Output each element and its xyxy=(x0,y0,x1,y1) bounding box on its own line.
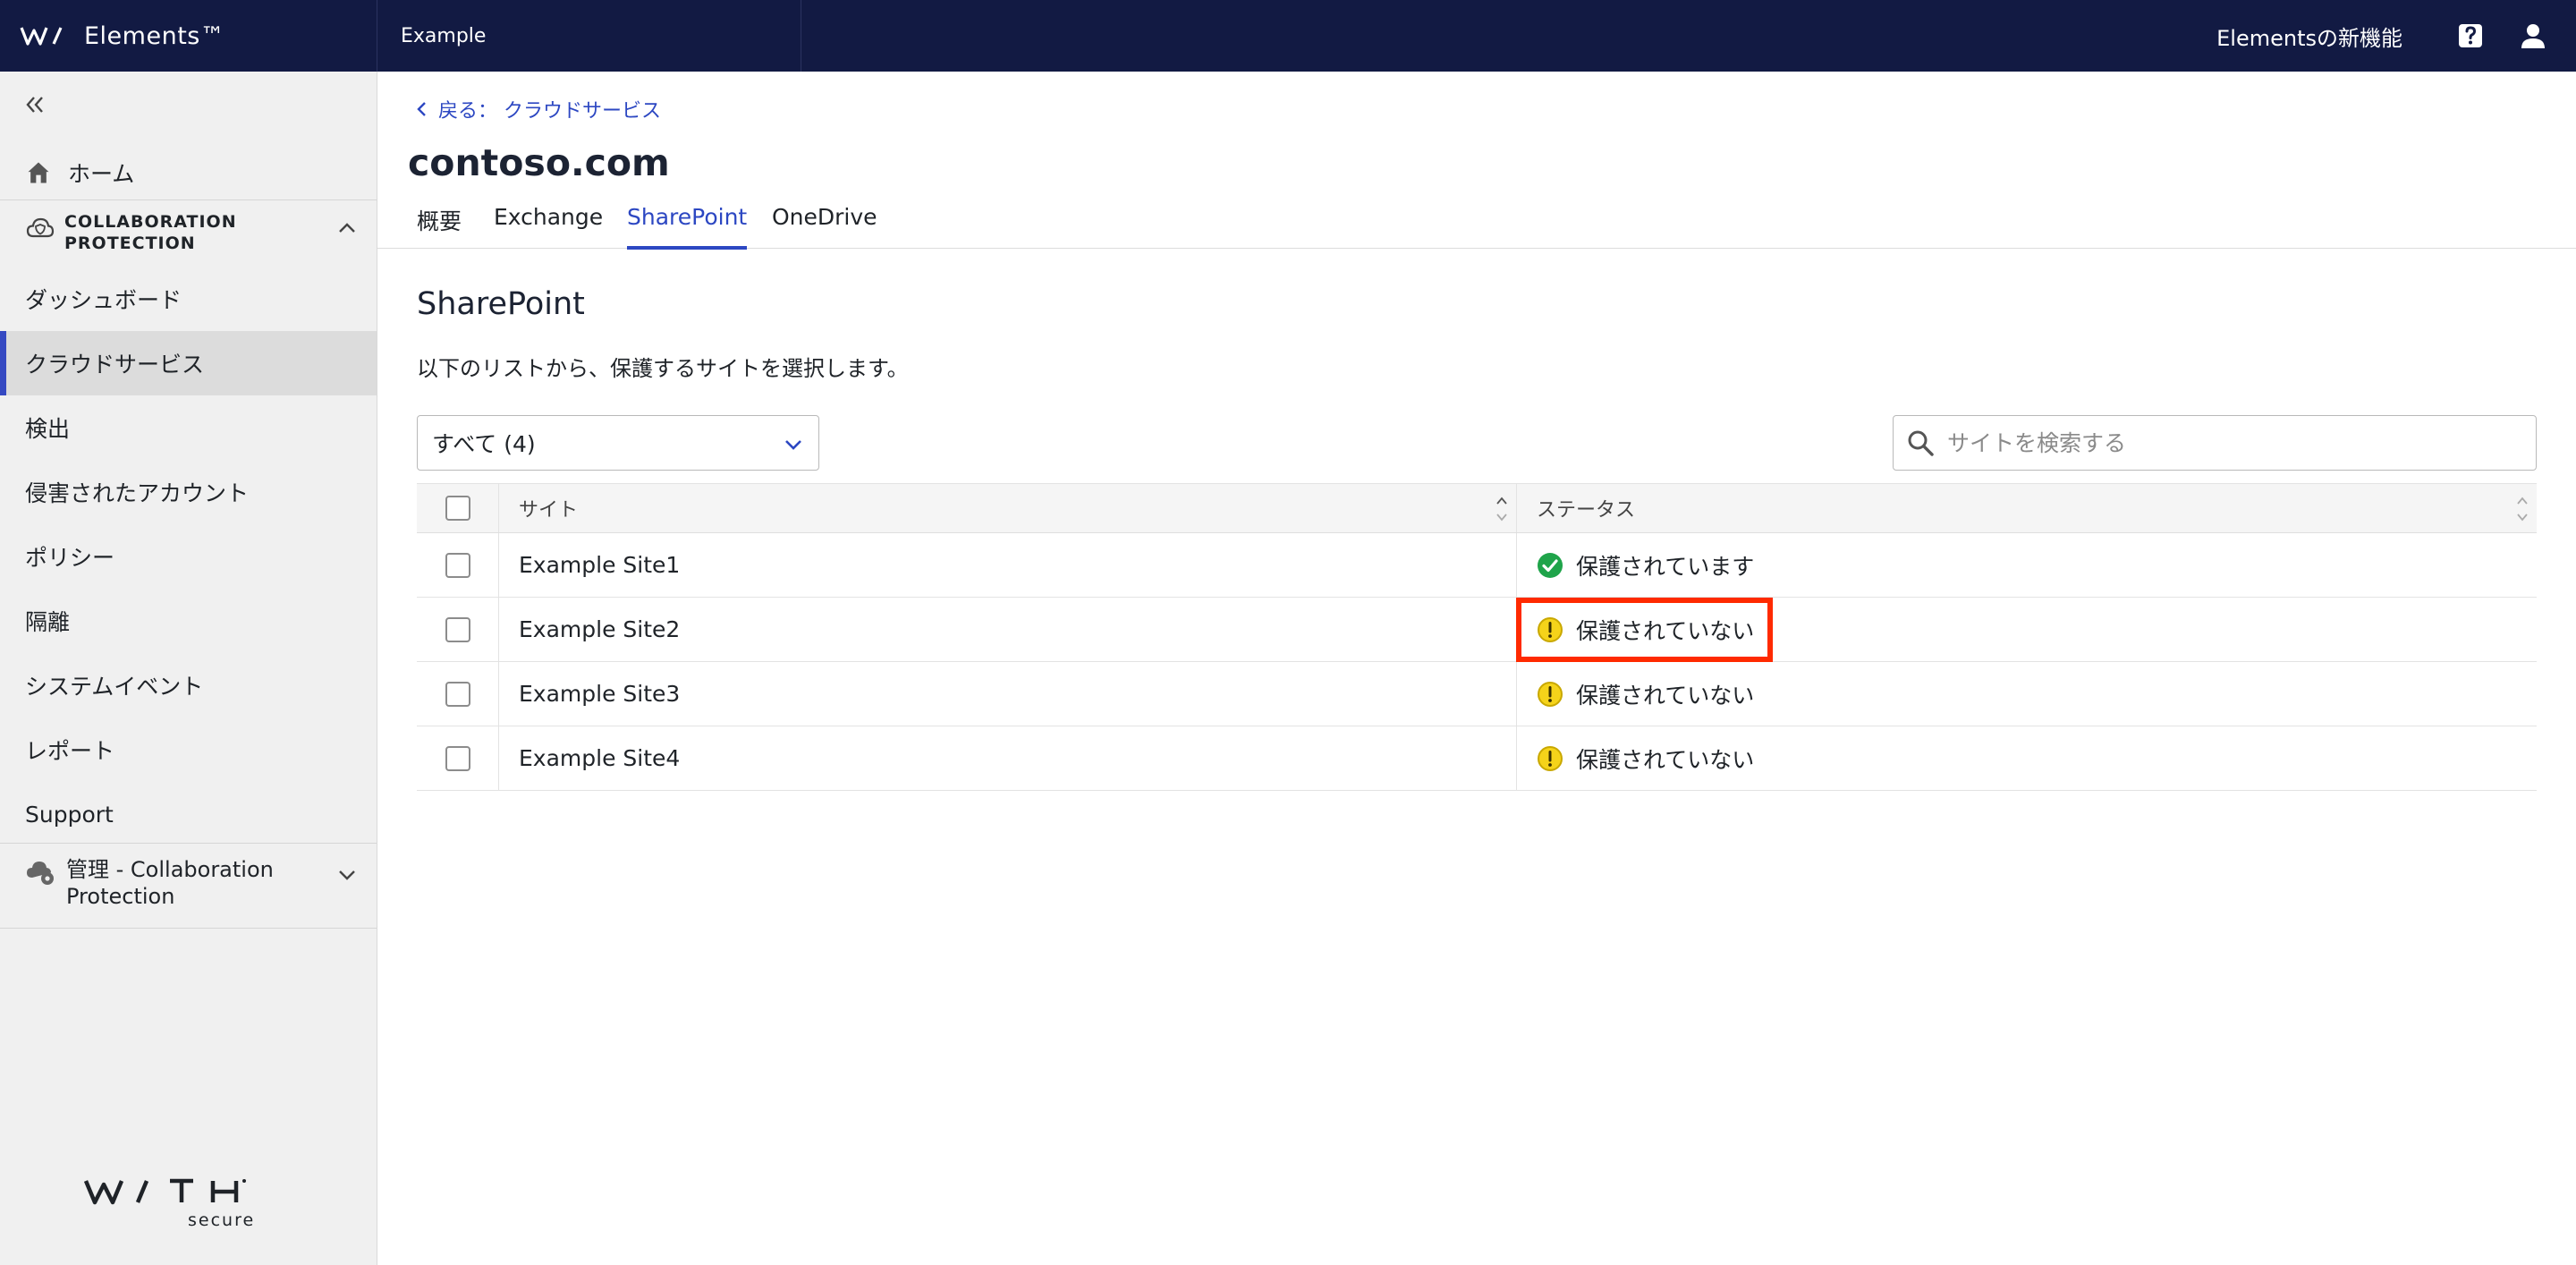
section-title: SharePoint xyxy=(417,286,585,322)
select-all-checkbox[interactable] xyxy=(445,496,470,521)
chevron-down-icon xyxy=(339,870,355,880)
chevron-left-icon xyxy=(417,102,426,116)
sidebar-item-compromised-accounts[interactable]: 侵害されたアカウント xyxy=(0,460,377,524)
row-checkbox[interactable] xyxy=(445,616,470,642)
organization-name[interactable]: Example xyxy=(377,0,801,72)
sidebar-item-reports[interactable]: レポート xyxy=(0,717,377,782)
site-name: Example Site3 xyxy=(499,662,1517,726)
brand-name: Elements™ xyxy=(84,21,225,50)
table-header: サイト ステータス xyxy=(417,483,2537,533)
table-row[interactable]: Example Site4 保護されていない xyxy=(417,726,2537,791)
sidebar-section-label: COLLABORATION PROTECTION xyxy=(64,212,237,253)
table-row[interactable]: Example Site2 保護されていない xyxy=(417,598,2537,662)
brand[interactable]: Elements™ xyxy=(0,0,377,72)
column-header-site-label: サイト xyxy=(519,499,579,522)
row-checkbox-cell xyxy=(417,598,499,661)
status-cell: 保護されていない xyxy=(1517,662,2537,726)
chevron-up-icon xyxy=(339,223,355,233)
main-content: 戻る： クラウドサービス contoso.com 概要 Exchange Sha… xyxy=(377,72,2576,1265)
status-label: 保護されていない xyxy=(1576,617,1755,644)
status-cell: 保護されています xyxy=(1517,533,2537,597)
sidebar-section-collaboration-protection[interactable]: COLLABORATION PROTECTION xyxy=(0,204,377,263)
double-chevron-left-icon xyxy=(26,97,43,113)
sidebar: ホーム COLLABORATION PROTECTION ダッシュボード クラウ… xyxy=(0,72,377,1265)
status-label: 保護されていない xyxy=(1576,682,1755,709)
tab-sharepoint[interactable]: SharePoint xyxy=(627,199,748,250)
collapse-sidebar-button[interactable] xyxy=(23,91,55,118)
site-name: Example Site2 xyxy=(499,598,1517,661)
tab-exchange[interactable]: Exchange xyxy=(494,199,603,249)
warning-circle-icon xyxy=(1538,681,1563,707)
chevron-down-icon xyxy=(785,440,801,450)
table-row[interactable]: Example Site3 保護されていない xyxy=(417,662,2537,726)
sidebar-item-home[interactable]: ホーム xyxy=(0,145,377,200)
status-label: 保護されています xyxy=(1576,553,1755,580)
sidebar-item-dashboard[interactable]: ダッシュボード xyxy=(0,267,377,331)
site-name: Example Site4 xyxy=(499,726,1517,790)
cloud-shield-icon xyxy=(26,217,55,238)
row-checkbox-cell xyxy=(417,726,499,790)
tab-bar: 概要 Exchange SharePoint OneDrive xyxy=(377,199,2576,250)
row-checkbox[interactable] xyxy=(445,552,470,578)
top-bar: Elements™ Example Elementsの新機能 xyxy=(0,0,2576,72)
warning-circle-icon xyxy=(1538,616,1563,642)
search-box[interactable] xyxy=(1893,415,2537,471)
back-link[interactable]: 戻る： クラウドサービス xyxy=(413,95,661,123)
column-header-site[interactable]: サイト xyxy=(499,484,1517,532)
user-icon[interactable] xyxy=(2517,20,2549,52)
search-icon xyxy=(1908,430,1934,456)
withsecure-logo-icon xyxy=(20,27,63,46)
column-header-status[interactable]: ステータス xyxy=(1517,484,2537,532)
sidebar-item-quarantine[interactable]: 隔離 xyxy=(0,589,377,653)
row-checkbox-cell xyxy=(417,662,499,726)
status-label: 保護されていない xyxy=(1576,746,1755,773)
tab-overview[interactable]: 概要 xyxy=(417,199,462,249)
column-header-status-label: ステータス xyxy=(1537,499,1636,522)
sidebar-item-policies[interactable]: ポリシー xyxy=(0,524,377,589)
table-row[interactable]: Example Site1 保護されています xyxy=(417,533,2537,598)
back-link-label: 戻る： クラウドサービス xyxy=(438,100,661,123)
sidebar-section-admin[interactable]: 管理 - Collaboration Protection xyxy=(0,843,377,929)
whats-new-link[interactable]: Elementsの新機能 xyxy=(2216,21,2402,52)
withsecure-footer-logo: secure xyxy=(83,1178,255,1230)
sidebar-item-support[interactable]: Support xyxy=(0,782,377,846)
row-checkbox-cell xyxy=(417,533,499,597)
section-description: 以下のリストから、保護するサイトを選択します。 xyxy=(417,356,909,381)
page-title: contoso.com xyxy=(408,141,670,184)
svg-text:secure: secure xyxy=(188,1210,255,1230)
filter-dropdown[interactable]: すべて (4) xyxy=(417,415,819,471)
sidebar-item-home-label: ホーム xyxy=(68,160,135,187)
sort-icon[interactable] xyxy=(2515,493,2529,525)
site-name: Example Site1 xyxy=(499,533,1517,597)
status-cell: 保護されていない xyxy=(1517,598,2537,661)
home-icon xyxy=(25,157,55,188)
warning-circle-icon xyxy=(1538,745,1563,771)
filter-selected-value: すべて (4) xyxy=(432,431,536,457)
sidebar-item-detections[interactable]: 検出 xyxy=(0,395,377,460)
search-input[interactable] xyxy=(1947,429,2520,456)
tab-onedrive[interactable]: OneDrive xyxy=(772,199,877,249)
sort-icon[interactable] xyxy=(1495,493,1509,525)
sidebar-admin-label: 管理 - Collaboration Protection xyxy=(66,857,274,909)
header-checkbox-cell xyxy=(417,484,499,532)
check-circle-icon xyxy=(1538,552,1563,578)
cloud-gear-icon xyxy=(27,862,54,885)
sites-table: サイト ステータス Example Site1 保護されています Example… xyxy=(417,483,2537,791)
sidebar-item-cloud-services[interactable]: クラウドサービス xyxy=(0,331,377,395)
status-cell: 保護されていない xyxy=(1517,726,2537,790)
sidebar-item-system-events[interactable]: システムイベント xyxy=(0,653,377,717)
row-checkbox[interactable] xyxy=(445,681,470,707)
row-checkbox[interactable] xyxy=(445,745,470,771)
help-icon[interactable] xyxy=(2454,20,2487,52)
